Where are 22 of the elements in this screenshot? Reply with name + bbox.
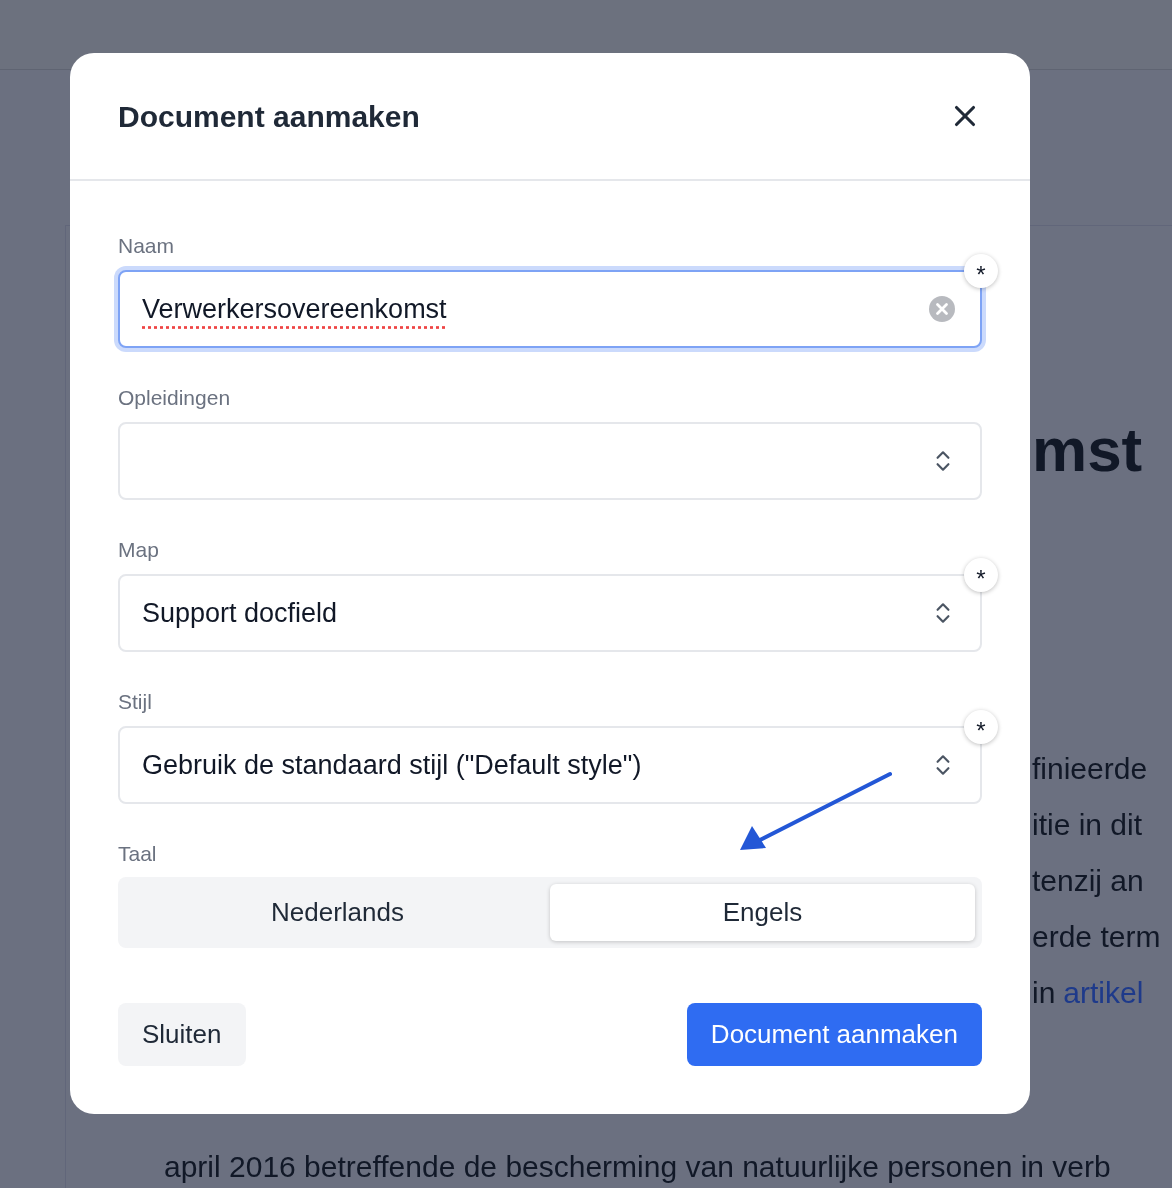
body-text: itie in dit (1032, 807, 1143, 843)
clear-icon[interactable] (928, 295, 956, 323)
close-button[interactable]: Sluiten (118, 1003, 246, 1066)
field-label: Opleidingen (118, 385, 231, 411)
body-text: erde term (1032, 919, 1161, 955)
body-text: tenzij an (1032, 863, 1144, 899)
required-badge: * (964, 710, 998, 744)
required-badge: * (964, 254, 998, 288)
field-label: Taal (118, 841, 157, 867)
body-text: finieerde (1032, 751, 1148, 787)
language-option[interactable]: Nederlands (125, 884, 550, 941)
create-button[interactable]: Document aanmaken (686, 1003, 982, 1066)
dialog-title: Document aanmaken (118, 98, 420, 135)
field-label: Stijl (118, 689, 152, 715)
field-label: Map (118, 537, 159, 563)
body-text: april 2016 betreffende de bescherming van natuurlijke personen in verb (164, 1149, 1111, 1185)
page-heading: mst (1032, 414, 1143, 486)
required-badge: * (964, 558, 998, 592)
language-option[interactable]: Engels (550, 884, 975, 941)
field-label: Naam (118, 233, 175, 259)
body-text: in (1032, 975, 1056, 1011)
select-field[interactable] (118, 422, 982, 500)
